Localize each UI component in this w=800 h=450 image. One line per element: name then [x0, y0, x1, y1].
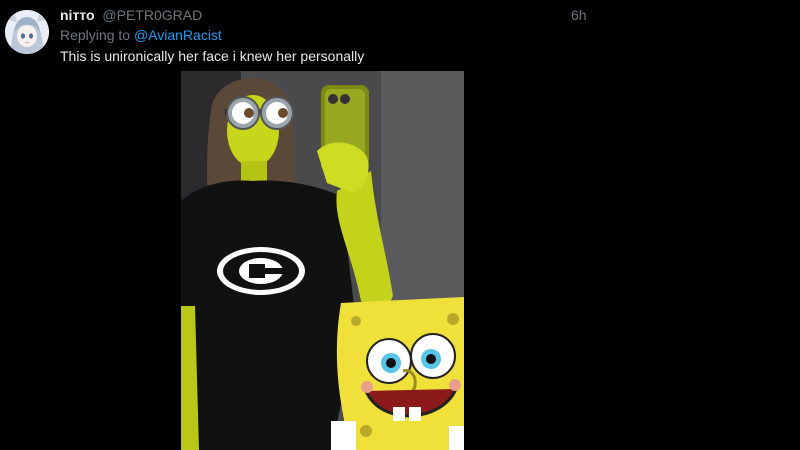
reply-context: Replying to @AvianRacist — [60, 27, 222, 43]
tweet-header: nітто @PETR0GRAD — [60, 7, 600, 25]
display-name[interactable]: nітто — [60, 7, 95, 23]
tweet: nітто @PETR0GRAD 6h Replying to @AvianRa… — [0, 0, 800, 450]
reply-to-link[interactable]: @AvianRacist — [134, 27, 222, 43]
meme-photo-image — [181, 71, 464, 450]
tweet-media[interactable] — [181, 71, 464, 450]
user-avatar[interactable] — [5, 10, 49, 54]
user-handle[interactable]: @PETR0GRAD — [102, 7, 202, 23]
tweet-text: This is unironically her face i knew her… — [60, 48, 365, 64]
timestamp[interactable]: 6h — [571, 7, 587, 23]
reply-prefix: Replying to — [60, 27, 131, 43]
anime-avatar-icon — [5, 10, 49, 54]
